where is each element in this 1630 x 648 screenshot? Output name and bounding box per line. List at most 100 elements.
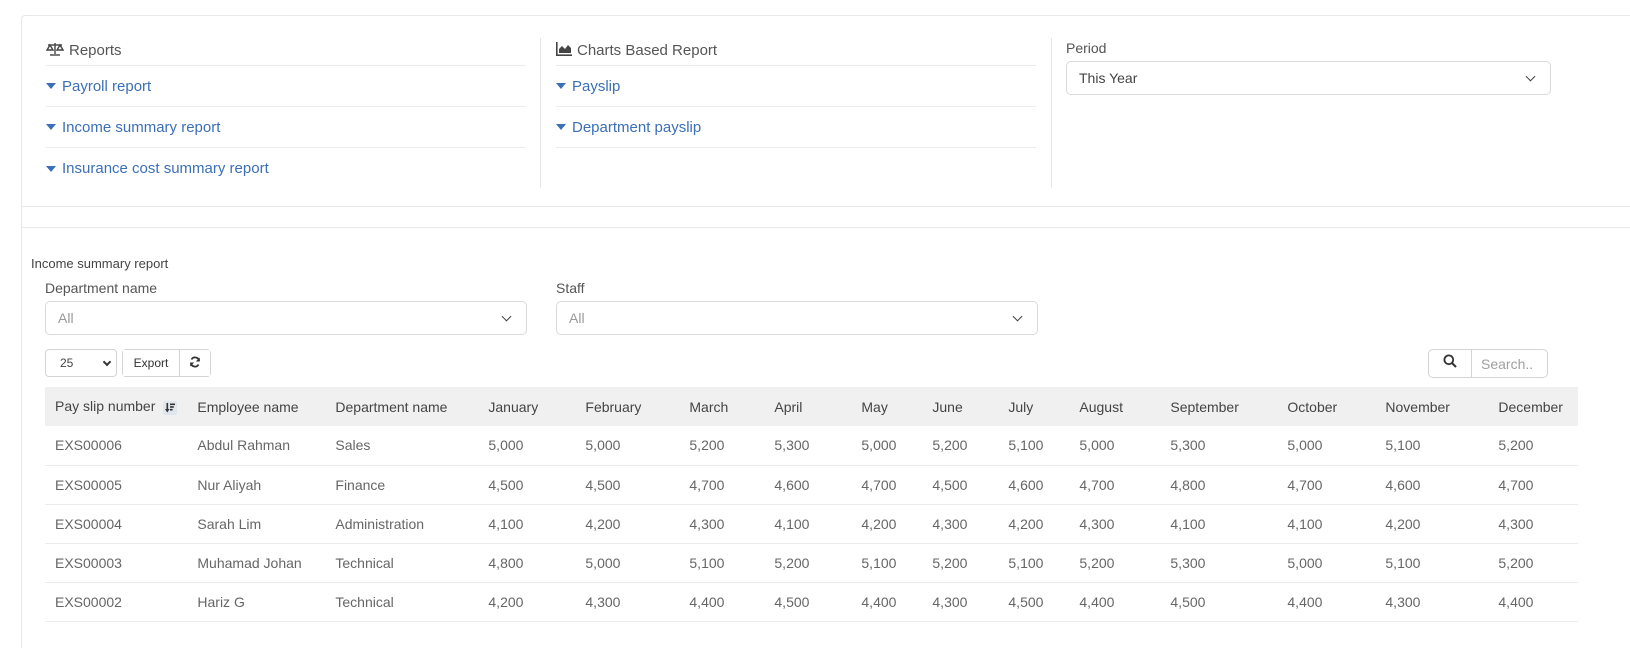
- period-select[interactable]: This Year: [1066, 61, 1551, 95]
- caret-down-icon: [46, 165, 56, 172]
- cell-december: 4,300: [1488, 504, 1579, 544]
- column-header-april[interactable]: April: [764, 387, 851, 426]
- chart-link-department-payslip[interactable]: Department payslip: [556, 107, 1036, 148]
- report-link-label: Insurance cost summary report: [62, 160, 269, 177]
- cell-july: 4,200: [998, 504, 1070, 544]
- cell-october: 4,400: [1277, 582, 1376, 622]
- cell-november: 5,100: [1375, 426, 1489, 466]
- income-summary-panel: Income summary report Department name Al…: [21, 228, 1630, 648]
- cell-september: 4,500: [1160, 582, 1278, 622]
- cell-march: 5,200: [679, 426, 765, 466]
- report-link-insurance-cost[interactable]: Insurance cost summary report: [46, 148, 526, 189]
- search-input[interactable]: [1472, 350, 1547, 377]
- department-select-value: All: [58, 310, 74, 326]
- cell-february: 4,500: [575, 465, 680, 505]
- cell-june: 4,300: [922, 504, 999, 544]
- cell-department-name: Sales: [325, 426, 479, 466]
- cell-employee-name: Muhamad Johan: [187, 543, 326, 583]
- balance-scale-icon: [45, 42, 65, 60]
- period-label: Period: [1066, 40, 1107, 56]
- cell-department-name: Finance: [325, 465, 479, 505]
- column-header-department-name[interactable]: Department name: [325, 387, 478, 426]
- cell-august: 4,300: [1069, 504, 1161, 544]
- cell-december: 5,200: [1488, 543, 1579, 583]
- department-select[interactable]: All: [45, 301, 527, 335]
- chart-link-label: Payslip: [572, 77, 621, 95]
- cell-pay-slip-number: EXS00005: [45, 465, 188, 505]
- column-header-may[interactable]: May: [851, 387, 922, 426]
- cell-pay-slip-number: EXS00002: [45, 582, 188, 622]
- staff-filter-label: Staff: [556, 280, 585, 296]
- report-link-label: Payroll report: [62, 77, 152, 95]
- cell-june: 4,500: [922, 465, 999, 505]
- cell-september: 4,800: [1160, 465, 1278, 505]
- table-row[interactable]: EXS00004 Sarah Lim Administration 4,100 4,20…: [45, 504, 1579, 544]
- cell-october: 4,700: [1277, 465, 1376, 505]
- table-row[interactable]: EXS00002 Hariz G Technical 4,200 4,300 4,400 4…: [45, 582, 1579, 622]
- cell-september: 4,100: [1160, 504, 1278, 544]
- charts-column: Charts Based Report Payslip Department p…: [556, 38, 1036, 148]
- caret-down-icon: [46, 124, 56, 130]
- cell-november: 5,100: [1375, 543, 1489, 583]
- cell-employee-name: Hariz G: [187, 582, 326, 622]
- column-header-september[interactable]: September: [1160, 387, 1277, 426]
- cell-may: 4,400: [851, 582, 923, 622]
- column-header-october[interactable]: October: [1277, 387, 1375, 426]
- cell-september: 5,300: [1160, 426, 1278, 466]
- table-actions: Export: [122, 349, 211, 377]
- column-header-november[interactable]: November: [1375, 387, 1488, 426]
- cell-july: 5,100: [998, 426, 1070, 466]
- cell-january: 4,200: [478, 582, 576, 622]
- page-length-select[interactable]: 25: [45, 349, 117, 377]
- table-body: EXS00006 Abdul Rahman Sales 5,000 5,000 5,200…: [45, 426, 1579, 622]
- cell-july: 4,600: [998, 465, 1070, 505]
- column-header-january[interactable]: January: [478, 387, 575, 426]
- cell-september: 5,300: [1160, 543, 1278, 583]
- refresh-button[interactable]: [180, 350, 210, 376]
- cell-june: 5,200: [922, 426, 999, 466]
- column-header-july[interactable]: July: [998, 387, 1069, 426]
- cell-july: 5,100: [998, 543, 1070, 583]
- chart-link-payslip[interactable]: Payslip: [556, 66, 1036, 107]
- export-button[interactable]: Export: [123, 350, 180, 376]
- report-link-payroll[interactable]: Payroll report: [46, 66, 526, 107]
- column-header-february[interactable]: February: [575, 387, 679, 426]
- cell-december: 4,700: [1488, 465, 1579, 505]
- charts-heading-label: Charts Based Report: [577, 42, 718, 59]
- sort-descending-icon[interactable]: [163, 400, 178, 415]
- cell-march: 4,400: [679, 582, 765, 622]
- report-link-income-summary[interactable]: Income summary report: [46, 107, 526, 148]
- cell-october: 4,100: [1277, 504, 1376, 544]
- staff-select[interactable]: All: [556, 301, 1038, 335]
- report-link-label: Income summary report: [62, 118, 221, 136]
- table-row[interactable]: EXS00003 Muhamad Johan Technical 4,800 5,000…: [45, 543, 1579, 583]
- cell-april: 4,600: [764, 465, 852, 505]
- caret-down-icon: [556, 124, 566, 130]
- cell-december: 5,200: [1488, 426, 1579, 466]
- cell-january: 4,800: [478, 543, 576, 583]
- column-header-pay-slip-number[interactable]: Pay slip number: [45, 387, 187, 426]
- refresh-icon: [189, 356, 201, 371]
- reports-heading: Reports: [45, 38, 526, 66]
- cell-april: 4,100: [764, 504, 852, 544]
- column-divider: [1051, 38, 1052, 188]
- department-filter-label: Department name: [45, 280, 158, 296]
- cell-may: 4,700: [851, 465, 923, 505]
- cell-april: 5,300: [764, 426, 852, 466]
- cell-august: 5,200: [1069, 543, 1161, 583]
- column-header-august[interactable]: August: [1069, 387, 1160, 426]
- cell-department-name: Technical: [325, 582, 479, 622]
- column-header-employee-name[interactable]: Employee name: [187, 387, 325, 426]
- report-title: Income summary report: [31, 256, 169, 271]
- column-header-june[interactable]: June: [922, 387, 998, 426]
- cell-may: 5,000: [851, 426, 923, 466]
- table-row[interactable]: EXS00006 Abdul Rahman Sales 5,000 5,000 5,200…: [45, 426, 1579, 466]
- cell-october: 5,000: [1277, 543, 1376, 583]
- cell-february: 4,200: [575, 504, 680, 544]
- search-button[interactable]: [1429, 350, 1472, 377]
- period-column: Period This Year: [1066, 40, 1551, 95]
- cell-august: 4,700: [1069, 465, 1161, 505]
- column-header-march[interactable]: March: [679, 387, 764, 426]
- column-header-december[interactable]: December: [1488, 387, 1578, 426]
- table-row[interactable]: EXS00005 Nur Aliyah Finance 4,500 4,500 4,700…: [45, 465, 1579, 505]
